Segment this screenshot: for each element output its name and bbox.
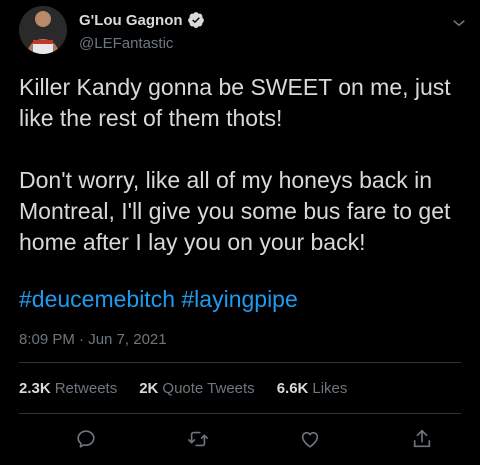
hashtag-link[interactable]: #deucemebitch — [19, 286, 175, 312]
author-display-name[interactable]: G'Lou Gagnon — [79, 12, 183, 29]
author-handle[interactable]: @LEFantastic — [79, 35, 173, 52]
hashtag-link[interactable]: #layingpipe — [181, 286, 297, 312]
reply-icon[interactable] — [75, 428, 97, 450]
likes-label: Likes — [312, 380, 348, 397]
likes-stat[interactable]: 6.6K Likes — [277, 380, 348, 397]
author-name-row[interactable]: G'Lou Gagnon — [79, 11, 205, 29]
retweet-icon[interactable] — [187, 428, 209, 450]
retweets-count: 2.3K — [19, 380, 51, 397]
tweet-hashtags: #deucemebitch #layingpipe — [19, 284, 298, 315]
quote-tweets-label: Quote Tweets — [162, 380, 255, 397]
engagement-stats: 2.3K Retweets 2K Quote Tweets 6.6K Likes — [19, 380, 347, 397]
chevron-down-icon[interactable] — [450, 14, 468, 32]
tweet-text: Killer Kandy gonna be SWEET on me, just … — [19, 74, 451, 255]
quote-tweets-count: 2K — [139, 380, 159, 397]
retweets-stat[interactable]: 2.3K Retweets — [19, 380, 117, 397]
quote-tweets-stat[interactable]: 2K Quote Tweets — [139, 380, 254, 397]
avatar[interactable] — [19, 6, 67, 54]
divider — [19, 362, 461, 363]
retweets-label: Retweets — [54, 380, 118, 397]
divider — [19, 413, 461, 414]
tweet-timestamp[interactable]: 8:09 PM · Jun 7, 2021 — [19, 331, 167, 348]
verified-badge-icon — [187, 12, 204, 28]
like-icon[interactable] — [299, 428, 321, 450]
share-icon[interactable] — [411, 428, 433, 450]
likes-count: 6.6K — [276, 380, 309, 397]
